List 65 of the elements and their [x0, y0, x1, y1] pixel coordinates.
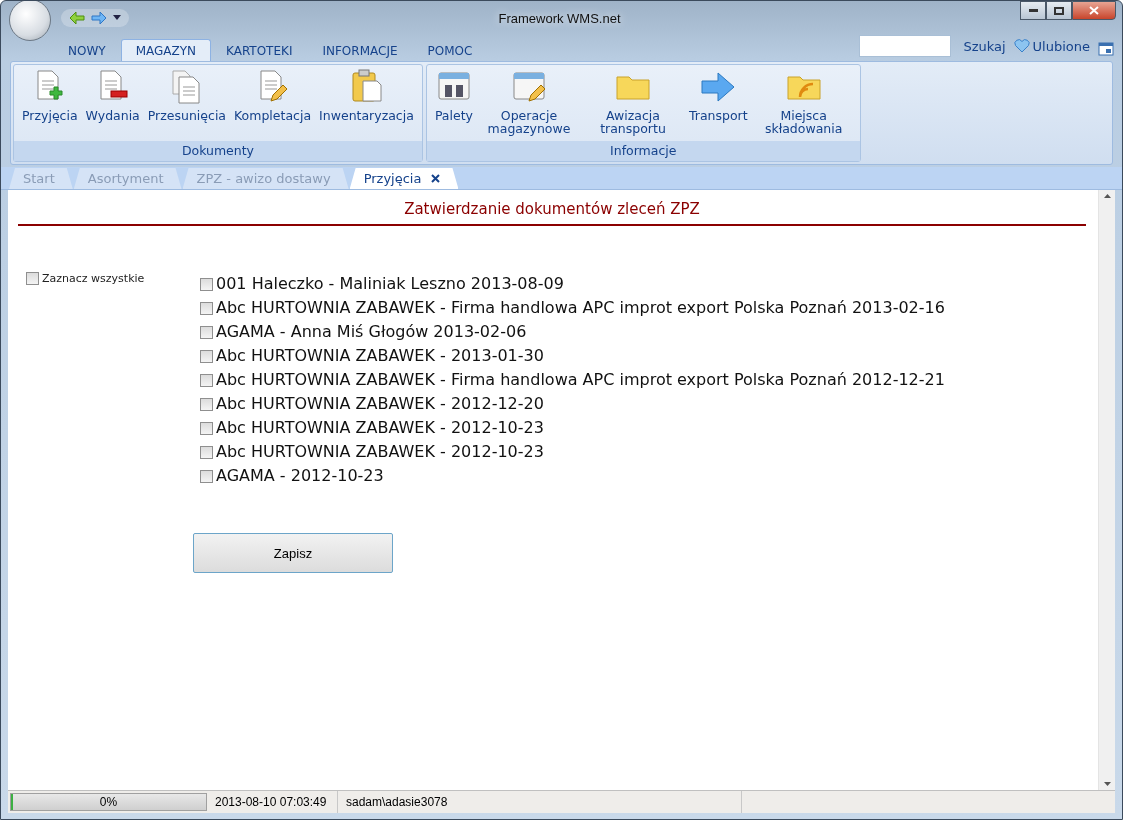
minimize-button[interactable]: [1020, 1, 1046, 20]
document-label: Abc HURTOWNIA ZABAWEK - 2012-10-23: [216, 417, 544, 439]
save-button[interactable]: Zapisz: [193, 533, 393, 573]
calendar-pencil-icon: [511, 69, 547, 105]
minimize-icon: [1028, 9, 1038, 12]
select-all-checkbox[interactable]: [26, 272, 39, 285]
vertical-scrollbar[interactable]: [1098, 190, 1115, 790]
document-checkbox[interactable]: [200, 397, 213, 411]
document-label: Abc HURTOWNIA ZABAWEK - Firma handlowa APC improt export Polska Poznań 2012-12-21: [216, 369, 945, 391]
heart-icon: [1013, 39, 1030, 53]
back-arrow-icon[interactable]: [69, 11, 85, 25]
document-checkbox[interactable]: [200, 277, 213, 291]
progress-label: 0%: [99, 795, 118, 809]
document-tab[interactable]: Przyjęcia: [349, 168, 459, 189]
favorites-button[interactable]: Ulubione: [1009, 38, 1094, 54]
page-title: Zatwierdzanie dokumentów zleceń ZPZ: [18, 200, 1086, 226]
document-checkbox[interactable]: [200, 421, 213, 435]
document-label: 001 Haleczko - Maliniak Leszno 2013-08-09: [216, 273, 564, 295]
timestamp: 2013-08-10 07:03:49: [207, 791, 338, 813]
document-label: AGAMA - 2012-10-23: [216, 465, 384, 487]
close-tab-icon[interactable]: [431, 174, 441, 183]
document-label: Abc HURTOWNIA ZABAWEK - Firma handlowa APC improt export Polska Poznań 2013-02-16: [216, 297, 945, 319]
document-label: Abc HURTOWNIA ZABAWEK - 2012-10-23: [216, 441, 544, 463]
close-button[interactable]: [1072, 1, 1116, 20]
ribbon-button[interactable]: Kompletacja: [230, 65, 316, 141]
document-checkbox[interactable]: [200, 325, 213, 339]
scroll-up-icon[interactable]: [1103, 194, 1111, 198]
ribbon-button[interactable]: Wydania: [81, 65, 144, 141]
ribbon-tab[interactable]: NOWY: [53, 39, 121, 61]
document-label: AGAMA - Anna Miś Głogów 2013-02-06: [216, 321, 527, 343]
ribbon-tab[interactable]: KARTOTEKI: [211, 39, 308, 61]
ribbon-button[interactable]: Inwentaryzacja: [315, 65, 418, 141]
application-menu-button[interactable]: [9, 1, 51, 41]
group-title: Dokumenty: [14, 141, 422, 161]
maximize-button[interactable]: [1046, 1, 1072, 20]
ribbon-button[interactable]: Palety: [430, 65, 477, 141]
checkbox-label: Zaznacz wszystkie: [42, 272, 145, 285]
document-checkbox[interactable]: [200, 349, 213, 363]
ribbon-tab[interactable]: MAGAZYN: [120, 39, 211, 61]
document-checkbox[interactable]: [200, 301, 213, 315]
group-title: Informacje: [426, 141, 860, 161]
ribbon-tab[interactable]: INFORMACJE: [307, 39, 413, 61]
search-button[interactable]: Szukaj: [959, 38, 1010, 54]
ribbon-tab[interactable]: POMOC: [412, 39, 488, 61]
document-checkbox[interactable]: [200, 373, 213, 387]
search-field[interactable]: [859, 35, 952, 57]
maximize-icon: [1054, 6, 1064, 15]
dropdown-caret-icon[interactable]: [113, 15, 121, 21]
scroll-down-icon[interactable]: [1103, 782, 1111, 786]
ribbon-button[interactable]: Awizacja transportu: [581, 65, 685, 141]
document-label: Abc HURTOWNIA ZABAWEK - 2012-12-20: [216, 393, 544, 415]
document-label: Abc HURTOWNIA ZABAWEK - 2013-01-30: [216, 345, 544, 367]
ribbon-button[interactable]: Transport: [685, 65, 752, 141]
ribbon-button[interactable]: Przesunięcia: [143, 65, 231, 141]
window-layout-icon[interactable]: [1098, 42, 1114, 56]
ribbon-button[interactable]: Przyjęcia: [18, 65, 82, 141]
close-icon: [1089, 6, 1099, 15]
ribbon-button[interactable]: Miejsca składowania: [751, 65, 856, 141]
document-checkbox[interactable]: [200, 445, 213, 459]
document-checkbox[interactable]: [200, 469, 213, 483]
window-title: Framework WMS.net: [497, 10, 622, 26]
right-arrow-icon: [700, 69, 737, 105]
ribbon-button[interactable]: Operacje magazynowe: [477, 65, 581, 141]
forward-arrow-icon[interactable]: [91, 11, 107, 25]
user-name: sadam\adasie3078: [338, 791, 742, 813]
